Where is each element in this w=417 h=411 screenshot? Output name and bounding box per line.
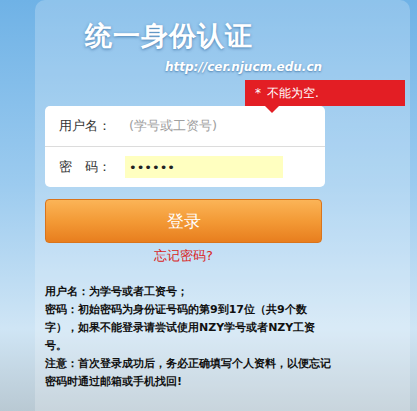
login-panel: 统一身份认证 http://cer.njucm.edu.cn * 不能为空. 用户名：(… xyxy=(35,0,410,411)
instruction-text: 密码 xyxy=(45,303,67,316)
login-button[interactable]: 登录 xyxy=(45,199,322,243)
error-text: 不能为空. xyxy=(267,85,319,101)
instruction-line: 密码：初始密码为身份证号码的第9到17位（共9个数字），如果不能登录请尝试使用N… xyxy=(45,301,335,355)
instructions: 用户名：为学号或者工资号；密码：初始密码为身份证号码的第9到17位（共9个数字）… xyxy=(45,283,335,391)
forgot-password-link[interactable]: 忘记密码? xyxy=(45,247,322,265)
instruction-line: 用户名：为学号或者工资号； xyxy=(45,283,335,301)
instruction-line: 注意：首次登录成功后，务必正确填写个人资料，以便忘记密码时通过邮箱或手机找回! xyxy=(45,355,335,391)
instruction-text: ：首次登录成功后，务必正确填写个人资料，以便忘记密码时通过邮箱或手机找回! xyxy=(45,357,331,388)
instruction-text: ：为学号或者工资号； xyxy=(78,285,188,298)
field-label: 用户名： xyxy=(45,117,123,135)
error-tooltip: * 不能为空. xyxy=(245,80,405,106)
instruction-text: 用户名 xyxy=(45,285,78,298)
field-label: 密 码： xyxy=(45,158,123,176)
page-title: 统一身份认证 xyxy=(85,18,410,54)
login-form: 用户名：(学号或工资号)密 码：•••••• xyxy=(45,106,325,187)
instruction-text: 。 xyxy=(56,339,67,352)
required-mark: * xyxy=(255,85,261,101)
instruction-text: 或者 xyxy=(246,321,268,334)
password-input[interactable]: •••••• xyxy=(125,156,283,178)
username-input[interactable]: (学号或工资号) xyxy=(125,115,283,137)
form-row: 密 码：•••••• xyxy=(45,147,325,187)
login-page: 统一身份认证 http://cer.njucm.edu.cn * 不能为空. 用户名：(… xyxy=(0,0,417,411)
instruction-text: NZY学号 xyxy=(199,321,246,334)
instruction-text: 注意 xyxy=(45,357,67,370)
site-url: http://cer.njucm.edu.cn xyxy=(165,58,410,76)
form-row: 用户名：(学号或工资号) xyxy=(45,106,325,147)
